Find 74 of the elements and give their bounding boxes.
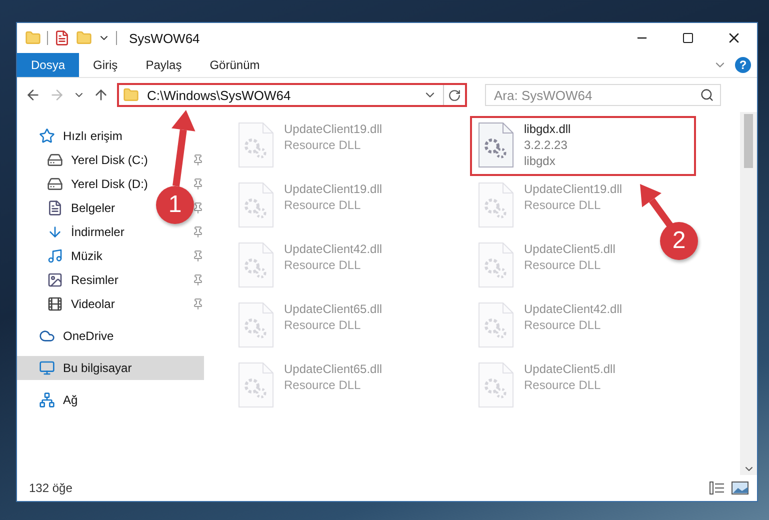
file-detail: Resource DLL [284,318,362,332]
sidebar-item[interactable]: Yerel Disk (D:) [25,172,154,196]
file-detail: Resource DLL [284,378,362,392]
refresh-icon [448,88,461,102]
file-detail: Resource DLL [284,258,362,272]
file-name: UpdateClient19.dll [284,122,382,136]
music-icon [47,248,63,264]
file-name: libgdx.dll [524,122,571,136]
gear-file-icon [238,122,274,168]
file-name: UpdateClient19.dll [284,182,382,196]
gear-file-icon [478,242,514,288]
maximize-icon [682,32,694,44]
file-detail: libgdx [524,154,556,168]
file-detail: Resource DLL [524,318,602,332]
folder-icon [123,87,139,103]
ribbon-tab[interactable]: Dosya [17,53,80,77]
sidebar-item[interactable]: Belgeler [25,196,122,220]
file-detail: Resource DLL [284,138,362,152]
image-icon [47,272,63,288]
large-icons-view-button[interactable] [731,481,749,495]
gear-file-icon [478,362,514,408]
network-icon [39,392,55,408]
address-bar[interactable]: C:\Windows\SysWOW64 [117,83,467,107]
sidebar-item[interactable]: OneDrive [17,324,120,348]
sidebar-item[interactable]: Müzik [25,244,108,268]
file-name: UpdateClient19.dll [524,182,622,196]
film-icon [47,296,63,312]
file-detail: Resource DLL [524,378,602,392]
details-view-button[interactable] [709,481,725,495]
search-icon[interactable] [700,88,714,102]
drive-icon [47,152,63,168]
file-name: UpdateClient5.dll [524,242,616,256]
file-detail: 3.2.2.23 [524,138,568,152]
sidebar-item[interactable]: Resimler [25,268,124,292]
search-bar[interactable]: Ara: SysWOW64 [485,84,721,106]
cloud-icon [39,328,55,344]
ribbon-tab[interactable]: Paylaş [132,53,196,77]
checklist-icon[interactable] [54,30,70,46]
help-button[interactable]: ? [735,57,751,73]
drive-icon [47,176,63,192]
gear-file-icon [478,302,514,348]
file-detail: Resource DLL [284,198,362,212]
sidebar-item[interactable]: Ağ [17,388,84,412]
download-icon [47,224,63,240]
gear-file-icon [238,242,274,288]
window-title: SysWOW64 [129,30,200,46]
monitor-icon [39,360,55,376]
scroll-thumb[interactable] [744,114,753,168]
star-icon [39,128,55,144]
gear-file-icon [238,302,274,348]
file-detail: Resource DLL [524,258,602,272]
gear-file-icon [478,182,514,228]
gear-file-icon [478,122,514,168]
file-item[interactable]: libgdx.dll 3.2.2.23 libgdx [470,116,696,176]
scrollbar[interactable] [740,112,757,475]
up-button[interactable] [93,87,109,103]
file-name: UpdateClient65.dll [284,362,382,376]
back-button[interactable] [25,87,41,103]
sidebar-item[interactable]: İndirmeler [25,220,130,244]
sidebar-item[interactable]: Hızlı erişim [17,124,128,148]
document-icon [47,200,63,216]
file-detail: Resource DLL [524,198,602,212]
sidebar-item[interactable]: Bu bilgisayar [17,356,204,380]
file-name: UpdateClient42.dll [284,242,382,256]
gear-file-icon [238,182,274,228]
file-name: UpdateClient42.dll [524,302,622,316]
sidebar-item[interactable]: Yerel Disk (C:) [25,148,154,172]
gear-file-icon [238,362,274,408]
file-name: UpdateClient65.dll [284,302,382,316]
item-count: 132 öğe [29,481,72,495]
ribbon-tab[interactable]: Görünüm [196,53,274,77]
ribbon-tab[interactable]: Giriş [79,53,132,77]
sidebar-item[interactable]: Videolar [25,292,121,316]
file-name: UpdateClient5.dll [524,362,616,376]
